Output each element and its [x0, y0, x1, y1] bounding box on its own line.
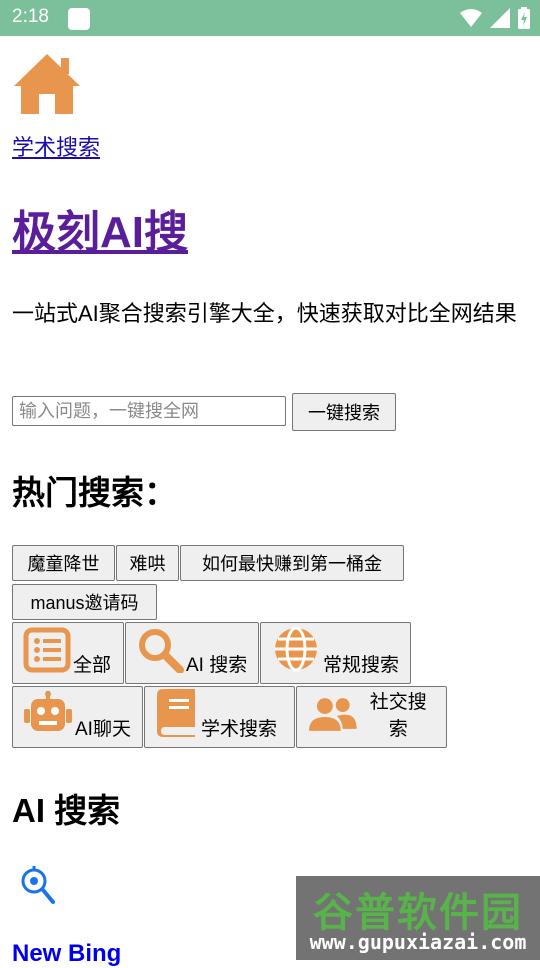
category-label: AI聊天: [75, 719, 131, 740]
category-general-search-button[interactable]: 常规搜索: [260, 622, 411, 684]
academic-search-link[interactable]: 学术搜索: [12, 130, 100, 162]
search-input[interactable]: [12, 396, 286, 426]
status-bar: 2:18: [0, 0, 540, 36]
category-label: 常规搜索: [323, 655, 400, 676]
category-all-button[interactable]: 全部: [12, 622, 124, 684]
battery-icon: [518, 7, 530, 29]
list-icon: [23, 627, 71, 673]
hot-tag[interactable]: 如何最快赚到第一桶金: [180, 545, 404, 581]
status-time: 2:18: [12, 6, 49, 27]
hot-tag[interactable]: manus邀请码: [12, 584, 157, 620]
category-label: 全部: [73, 655, 112, 676]
magnifier-icon: [139, 629, 184, 673]
search-button[interactable]: 一键搜索: [292, 393, 396, 431]
home-icon[interactable]: [12, 52, 82, 116]
category-social-button[interactable]: 社交搜索: [296, 686, 447, 748]
category-academic-button[interactable]: 学术搜索: [144, 686, 295, 748]
users-icon: [308, 698, 357, 731]
section-title-ai-search: AI 搜索: [12, 792, 121, 829]
globe-icon: [275, 626, 317, 672]
watermark-logo: 谷普软件园 www.gupuxiazai.com: [296, 876, 540, 960]
book-icon: [157, 689, 195, 737]
notification-app-icon: [68, 8, 90, 30]
wifi-icon: [460, 9, 482, 27]
hot-tag[interactable]: 魔童降世: [12, 545, 115, 581]
robot-icon: [24, 691, 72, 731]
category-label: 学术搜索: [201, 719, 278, 740]
category-label: 社交搜索: [369, 692, 427, 740]
signal-icon: [490, 8, 510, 28]
new-bing-icon[interactable]: [12, 864, 56, 908]
category-label: AI 搜索: [186, 655, 248, 676]
new-bing-link[interactable]: New Bing: [12, 940, 121, 968]
page-title[interactable]: 极刻AI搜: [12, 196, 188, 260]
status-icons: [460, 7, 530, 29]
hot-tag[interactable]: 难哄: [116, 545, 179, 581]
page-subtitle: 一站式AI聚合搜索引擎大全，快速获取对比全网结果: [12, 301, 517, 326]
category-ai-chat-button[interactable]: AI聊天: [12, 686, 143, 748]
hot-search-title: 热门搜索：: [12, 474, 177, 511]
category-ai-search-button[interactable]: AI 搜索: [125, 622, 259, 684]
page-content: 学术搜索 极刻AI搜 一站式AI聚合搜索引擎大全，快速获取对比全网结果 一键搜索…: [0, 36, 540, 967]
watermark-url: www.gupuxiazai.com: [309, 930, 527, 954]
